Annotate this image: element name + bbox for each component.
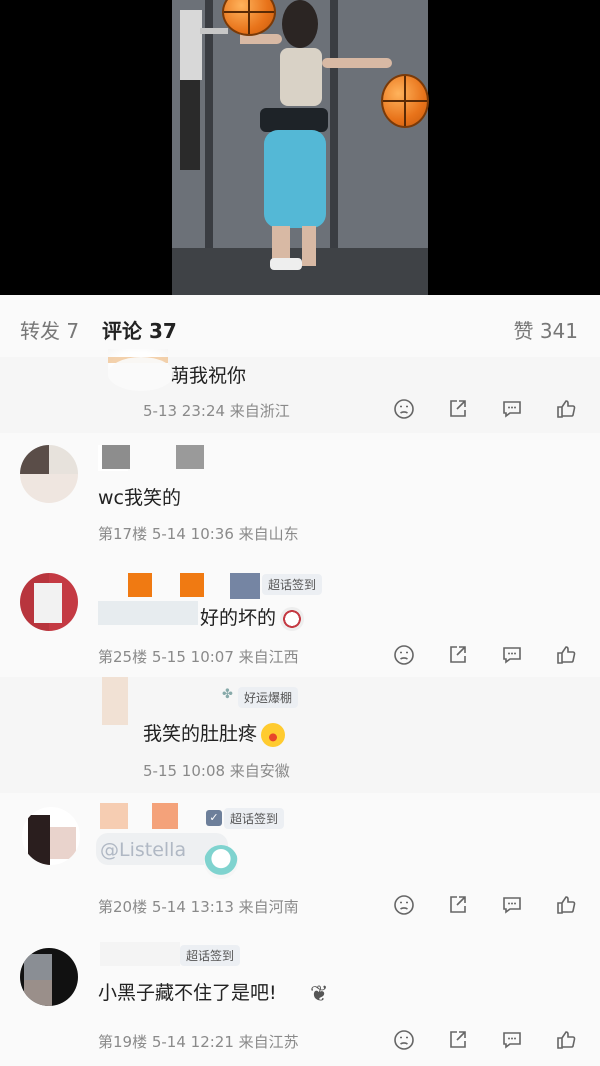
- avatar[interactable]: [22, 807, 80, 865]
- butterfly-sticker-icon: ❦: [310, 982, 329, 1007]
- username[interactable]: [128, 573, 268, 599]
- comment-meta: 5-15 10:08 来自安徽: [143, 762, 290, 780]
- main-dancer: [240, 0, 392, 270]
- comment-text: @Listella: [100, 839, 187, 861]
- tab-comments[interactable]: 评论 37: [102, 315, 177, 344]
- comment-actions: [392, 643, 578, 667]
- comment-actions: [392, 893, 578, 917]
- comment-text: 小黑子藏不住了是吧!: [98, 982, 277, 1004]
- sticker-icon: [204, 845, 238, 879]
- check-icon: ✓: [206, 810, 222, 826]
- avatar[interactable]: [20, 573, 78, 631]
- dislike-face-icon[interactable]: [392, 1028, 416, 1052]
- comment-meta: 第20楼 5-14 13:13 来自河南: [98, 898, 299, 916]
- emoji-icon: [280, 606, 305, 631]
- dislike-face-icon[interactable]: [392, 893, 416, 917]
- share-icon[interactable]: [446, 397, 470, 421]
- comment-text: 我笑的肚肚疼: [143, 719, 286, 747]
- list-item: 萌我祝你 5-13 23:24 来自浙江: [0, 349, 600, 434]
- status-badge: 超话签到: [224, 808, 285, 829]
- list-item: wc我笑的 第17楼 5-14 10:36 来自山东: [0, 433, 600, 558]
- censor-blur: [108, 357, 174, 391]
- comment-text: 萌我祝你: [170, 365, 247, 387]
- username[interactable]: [100, 803, 200, 829]
- comment-meta: 第19楼 5-14 12:21 来自江苏: [98, 1033, 299, 1051]
- censor-blur: [102, 677, 128, 725]
- status-badge: 超话签到: [262, 574, 323, 595]
- video-player[interactable]: [0, 0, 600, 295]
- list-item: 超话签到 小黑子藏不住了是吧! ❦ 第19楼 5-14 12:21 来自江苏: [0, 928, 600, 1066]
- background-dancer: [180, 10, 228, 170]
- thumbs-up-icon[interactable]: [554, 643, 578, 667]
- emoji-icon: [261, 722, 286, 747]
- avatar[interactable]: [20, 948, 78, 1006]
- reply-icon[interactable]: [500, 893, 524, 917]
- username[interactable]: [98, 445, 206, 471]
- dislike-face-icon[interactable]: [392, 643, 416, 667]
- basketball-sticker: [381, 74, 429, 128]
- comment-tabs: 转发 7 评论 37 赞 341: [0, 295, 600, 358]
- tab-repost[interactable]: 转发 7: [20, 315, 79, 344]
- thumbs-up-icon[interactable]: [554, 1028, 578, 1052]
- comment-actions: [392, 1028, 578, 1052]
- share-icon[interactable]: [446, 1028, 470, 1052]
- list-item: 超话签到 好的坏的 第25楼 5-15 10:07 来自江西: [0, 557, 600, 678]
- list-item: ✤ 好运爆棚 我笑的肚肚疼 5-15 10:08 来自安徽: [0, 677, 600, 794]
- status-badge: 超话签到: [180, 945, 241, 966]
- comment-text: wc我笑的: [98, 487, 181, 509]
- reply-icon[interactable]: [500, 397, 524, 421]
- avatar[interactable]: [20, 445, 78, 503]
- share-icon[interactable]: [446, 643, 470, 667]
- clover-icon: ✤: [222, 687, 233, 702]
- reply-icon[interactable]: [500, 643, 524, 667]
- tab-likes[interactable]: 赞 341: [513, 315, 578, 344]
- username[interactable]: [100, 942, 180, 968]
- comment-meta: 5-13 23:24 来自浙江: [143, 402, 290, 420]
- status-badge: 好运爆棚: [238, 687, 299, 708]
- dislike-face-icon[interactable]: [392, 397, 416, 421]
- share-icon[interactable]: [446, 893, 470, 917]
- comment-meta: 第25楼 5-15 10:07 来自江西: [98, 648, 299, 666]
- thumbs-up-icon[interactable]: [554, 893, 578, 917]
- thumbs-up-icon[interactable]: [554, 397, 578, 421]
- comment-actions: [392, 397, 578, 421]
- comment-meta: 第17楼 5-14 10:36 来自山东: [98, 525, 299, 543]
- reply-icon[interactable]: [500, 1028, 524, 1052]
- censor-blur: [98, 601, 198, 625]
- comment-text: 好的坏的: [200, 603, 305, 631]
- list-item: ✓ 超话签到 @Listella 第20楼 5-14 13:13 来自河南: [0, 793, 600, 929]
